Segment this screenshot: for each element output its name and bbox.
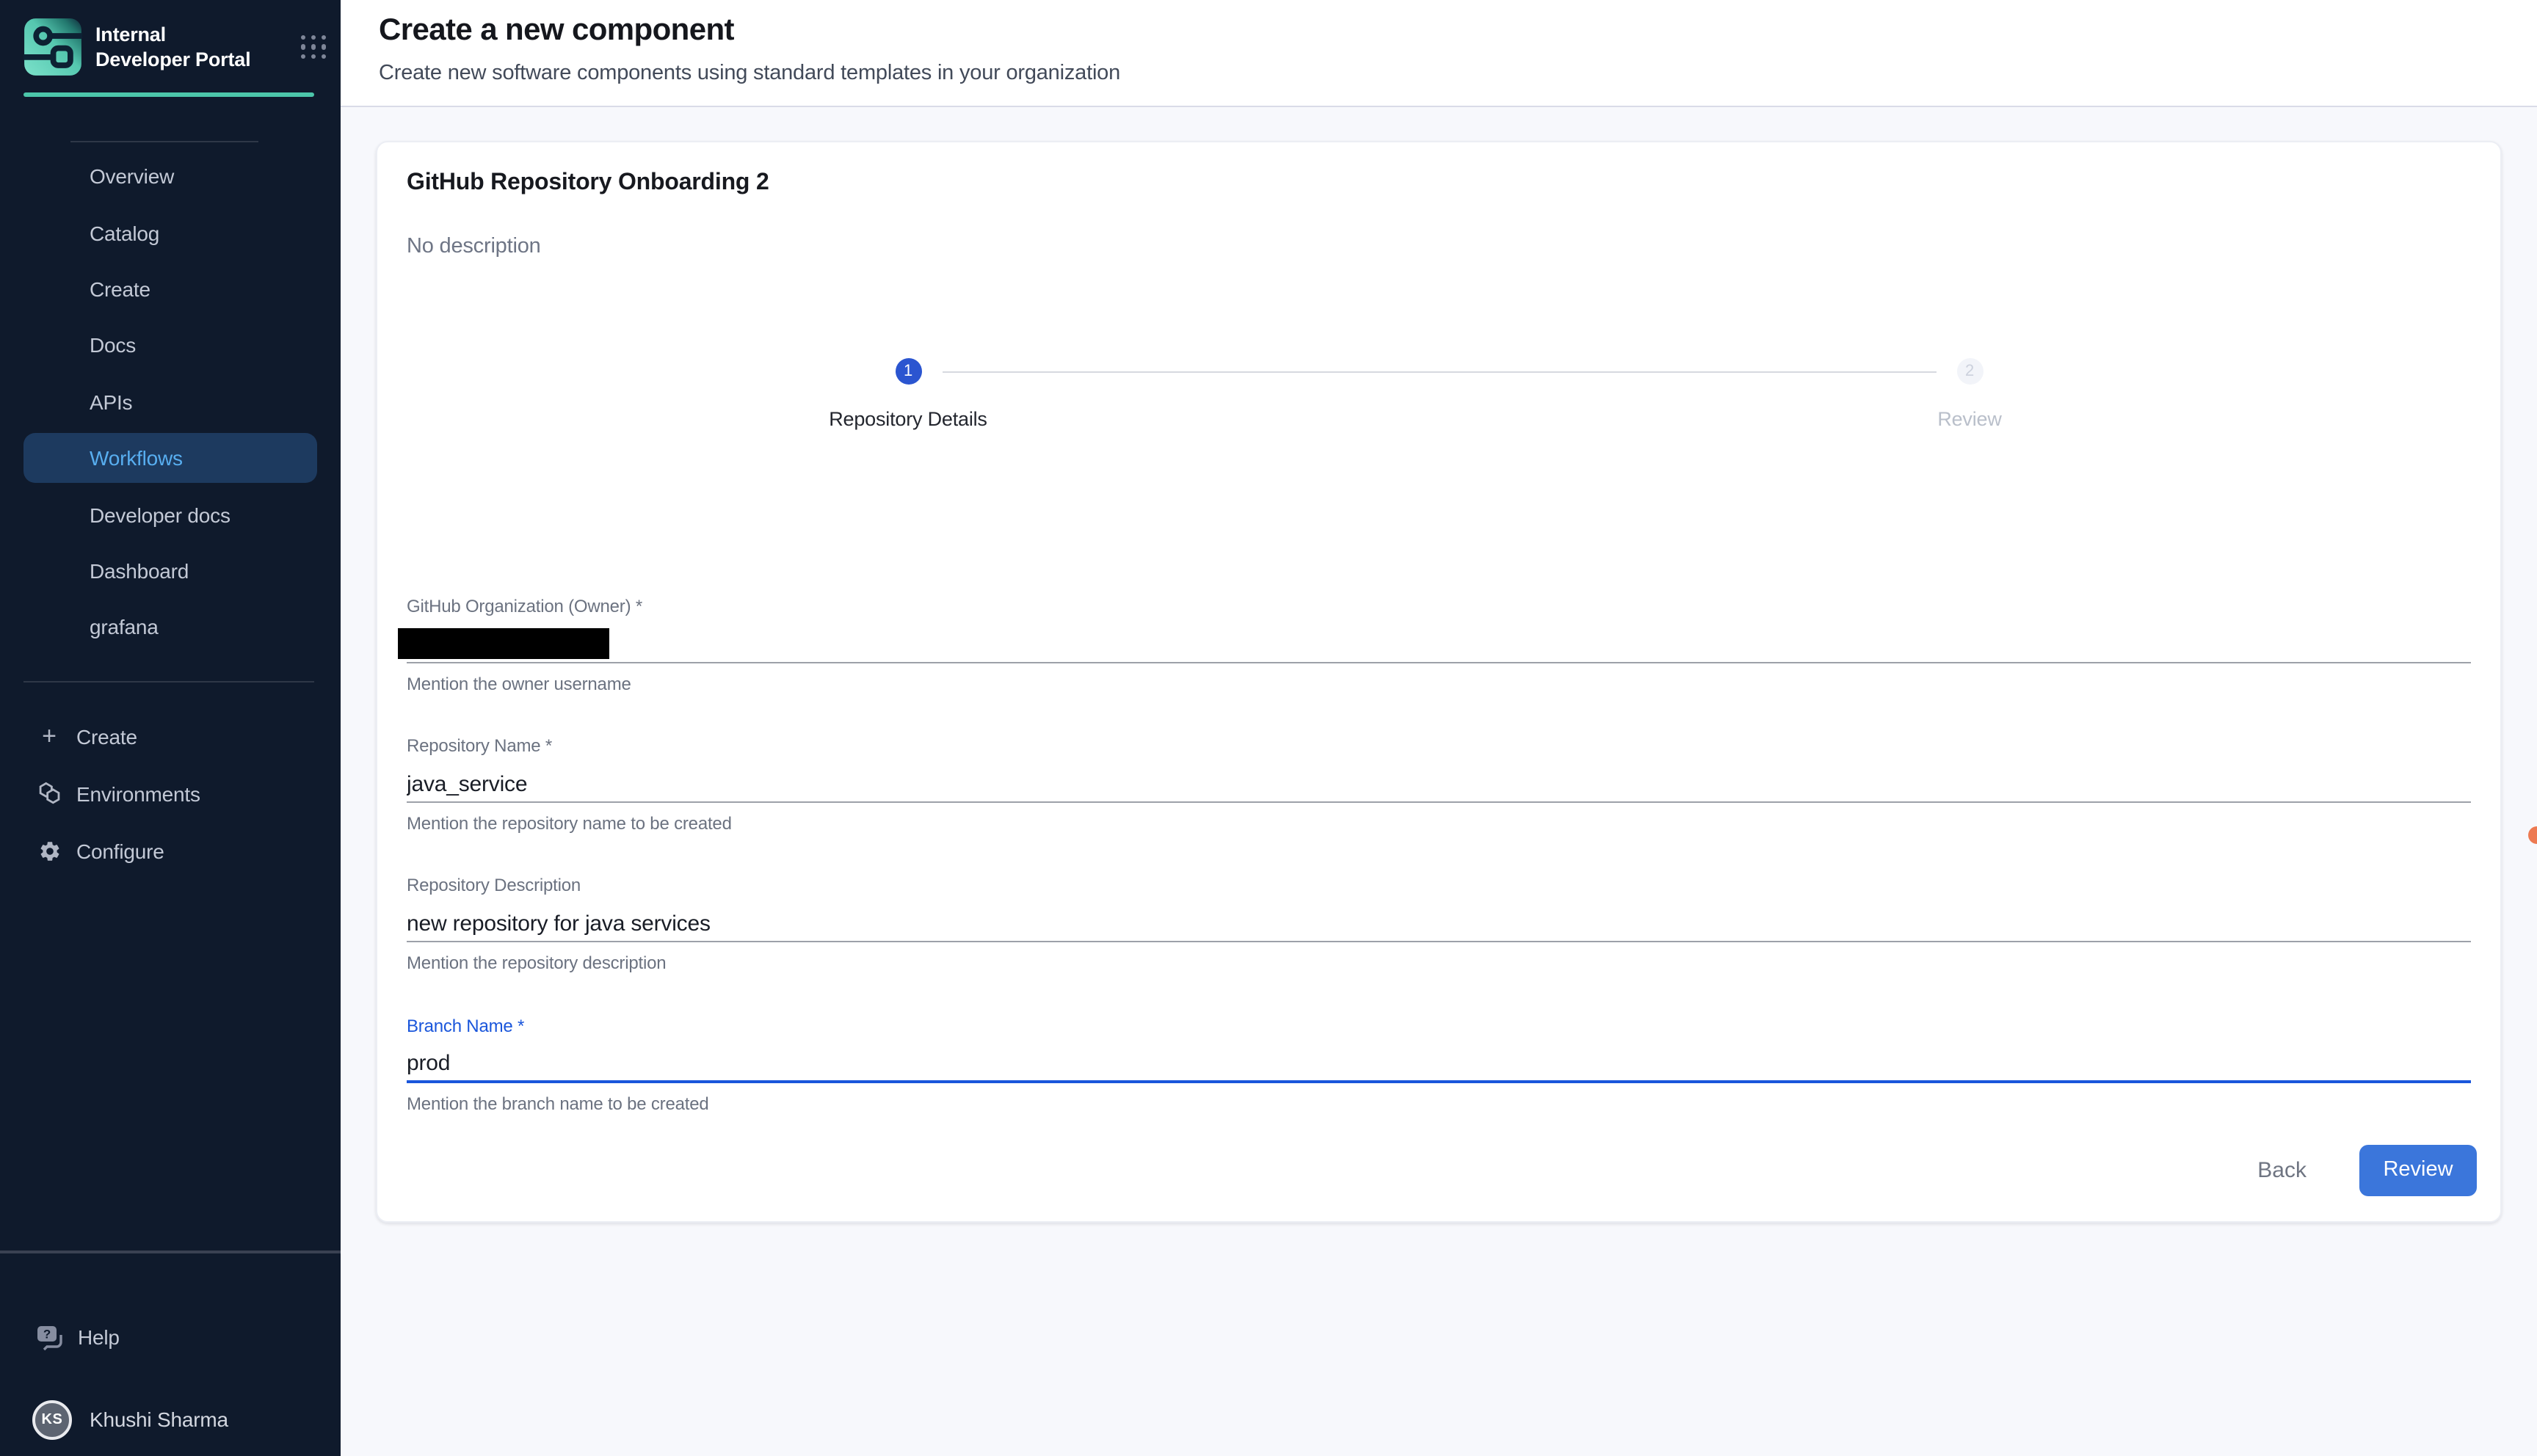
template-description: No description bbox=[407, 235, 541, 258]
field-label: Repository Name * bbox=[407, 735, 2471, 756]
user-menu[interactable]: KS Khushi Sharma bbox=[0, 1391, 341, 1447]
back-button[interactable]: Back bbox=[2243, 1149, 2321, 1191]
wizard-stepper: 1 Repository Details 2 Review bbox=[377, 358, 2500, 430]
apps-grid-icon[interactable] bbox=[301, 34, 326, 59]
plus-icon: + bbox=[37, 724, 62, 749]
redacted-value bbox=[398, 628, 609, 659]
page-subtitle: Create new software components using sta… bbox=[379, 62, 2537, 85]
gear-icon bbox=[37, 838, 62, 863]
field-repository-description: Repository Description Mention the repos… bbox=[407, 875, 2471, 973]
step-repository-details[interactable]: 1 Repository Details bbox=[377, 358, 1439, 430]
repository-name-input[interactable] bbox=[407, 772, 2471, 801]
help-chat-icon: ? bbox=[35, 1323, 65, 1351]
sidebar-secondary-nav: + Create Environments Configu bbox=[0, 707, 341, 879]
sidebar-item-developer-docs[interactable]: Developer docs bbox=[0, 487, 341, 543]
sidebar-item-overview[interactable]: Overview bbox=[0, 148, 341, 205]
brand-title: Internal Developer Portal bbox=[95, 22, 257, 72]
field-helper: Mention the repository description bbox=[407, 953, 2471, 973]
user-name: Khushi Sharma bbox=[90, 1408, 228, 1431]
sidebar-item-workflows[interactable]: Workflows bbox=[0, 430, 341, 487]
content-area: GitHub Repository Onboarding 2 No descri… bbox=[341, 107, 2537, 1456]
field-branch-name: Branch Name * Mention the branch name to… bbox=[407, 1016, 2471, 1114]
step-review[interactable]: 2 Review bbox=[1439, 358, 2500, 430]
template-title: GitHub Repository Onboarding 2 bbox=[407, 170, 769, 197]
sidebar-item-catalog[interactable]: Catalog bbox=[0, 205, 341, 261]
wizard-card: GitHub Repository Onboarding 2 No descri… bbox=[376, 141, 2502, 1223]
stepper-connector bbox=[942, 371, 1936, 373]
branch-name-input[interactable] bbox=[407, 1051, 2471, 1080]
sidebar-item-apis[interactable]: APIs bbox=[0, 374, 341, 430]
wizard-footer: Back Review bbox=[2243, 1143, 2477, 1196]
field-label: Branch Name * bbox=[407, 1016, 2471, 1036]
page-title: Create a new component bbox=[379, 13, 2537, 48]
notification-dot[interactable] bbox=[2528, 826, 2537, 844]
sidebar-item-grafana[interactable]: grafana bbox=[0, 599, 341, 655]
sidebar-item-create[interactable]: Create bbox=[0, 261, 341, 318]
help-button[interactable]: ? Help bbox=[0, 1311, 341, 1364]
sidebar-divider bbox=[23, 681, 314, 682]
repository-description-input[interactable] bbox=[407, 911, 2471, 941]
workflow-logo-icon bbox=[23, 18, 82, 76]
field-helper: Mention the repository name to be create… bbox=[407, 813, 2471, 834]
sidebar-item-environments[interactable]: Environments bbox=[0, 765, 341, 822]
sidebar: Internal Developer Portal Overview Catal… bbox=[0, 0, 341, 1456]
review-button[interactable]: Review bbox=[2359, 1144, 2477, 1195]
github-organization-input[interactable] bbox=[407, 625, 2471, 663]
sidebar-footer-divider bbox=[0, 1251, 341, 1253]
field-label: Repository Description bbox=[407, 875, 2471, 895]
field-github-organization: GitHub Organization (Owner) * Mention th… bbox=[407, 596, 2471, 694]
brand-header: Internal Developer Portal bbox=[23, 18, 326, 76]
field-repository-name: Repository Name * Mention the repository… bbox=[407, 735, 2471, 834]
sidebar-item-configure[interactable]: Configure bbox=[0, 822, 341, 879]
sidebar-item-dashboard[interactable]: Dashboard bbox=[0, 542, 341, 599]
brand-accent-rule bbox=[23, 92, 314, 97]
page-header: Create a new component Create new softwa… bbox=[341, 0, 2537, 107]
hexagons-icon bbox=[37, 781, 62, 806]
field-helper: Mention the branch name to be created bbox=[407, 1093, 2471, 1114]
field-helper: Mention the owner username bbox=[407, 674, 2471, 694]
field-label: GitHub Organization (Owner) * bbox=[407, 596, 2471, 616]
sidebar-nav: Overview Catalog Create Docs APIs Workfl… bbox=[0, 148, 341, 655]
app-window: Internal Developer Portal Overview Catal… bbox=[0, 0, 2537, 1456]
step-2-circle: 2 bbox=[1956, 358, 1983, 385]
step-1-circle: 1 bbox=[895, 358, 921, 385]
nav-group-divider bbox=[70, 141, 258, 142]
avatar: KS bbox=[32, 1399, 72, 1439]
sidebar-item-create-action[interactable]: + Create bbox=[0, 707, 341, 765]
main-area: Create a new component Create new softwa… bbox=[341, 0, 2537, 1456]
svg-text:?: ? bbox=[43, 1327, 51, 1341]
sidebar-item-docs[interactable]: Docs bbox=[0, 317, 341, 374]
